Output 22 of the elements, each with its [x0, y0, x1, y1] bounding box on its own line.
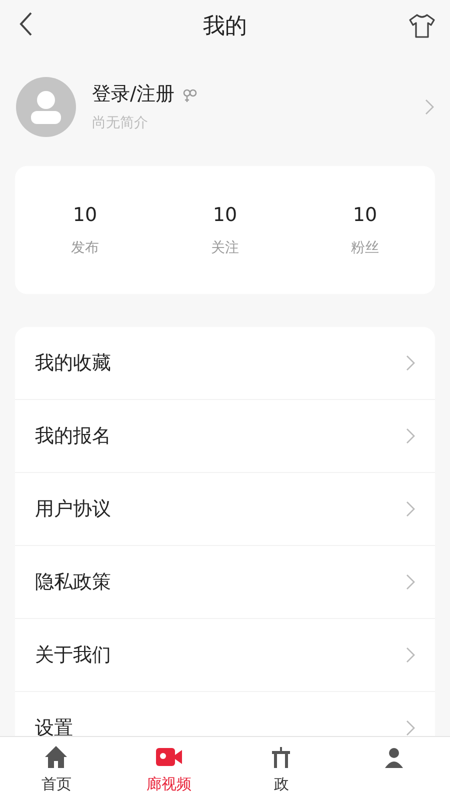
- tab-item[interactable]: 政: [225, 737, 338, 800]
- chevron-icon: [406, 647, 415, 663]
- chevron-icon: [406, 355, 415, 371]
- chevron-icon: [406, 574, 415, 590]
- chevron-icon: [406, 428, 415, 444]
- profile-row[interactable]: 登录/注册 尚无简介: [0, 52, 450, 162]
- stat-value: 10: [72, 203, 98, 228]
- back-button[interactable]: [18, 10, 34, 38]
- tab-item[interactable]: 首页: [0, 737, 112, 800]
- home-icon: [44, 745, 68, 769]
- login-link[interactable]: 登录/注册: [92, 80, 174, 109]
- page-title: 我的: [203, 12, 247, 40]
- stat-value: 10: [352, 203, 378, 228]
- shirt-icon[interactable]: [408, 12, 436, 40]
- stat-value: 10: [212, 203, 238, 228]
- gender-icon: [182, 86, 198, 102]
- profile-bio: 尚无简介: [92, 114, 149, 133]
- chevron-icon: [425, 99, 434, 115]
- tab-item[interactable]: 廊视频: [112, 737, 225, 800]
- chevron-icon: [406, 720, 415, 736]
- video-camera-icon: [154, 745, 183, 769]
- chevron-icon: [406, 501, 415, 517]
